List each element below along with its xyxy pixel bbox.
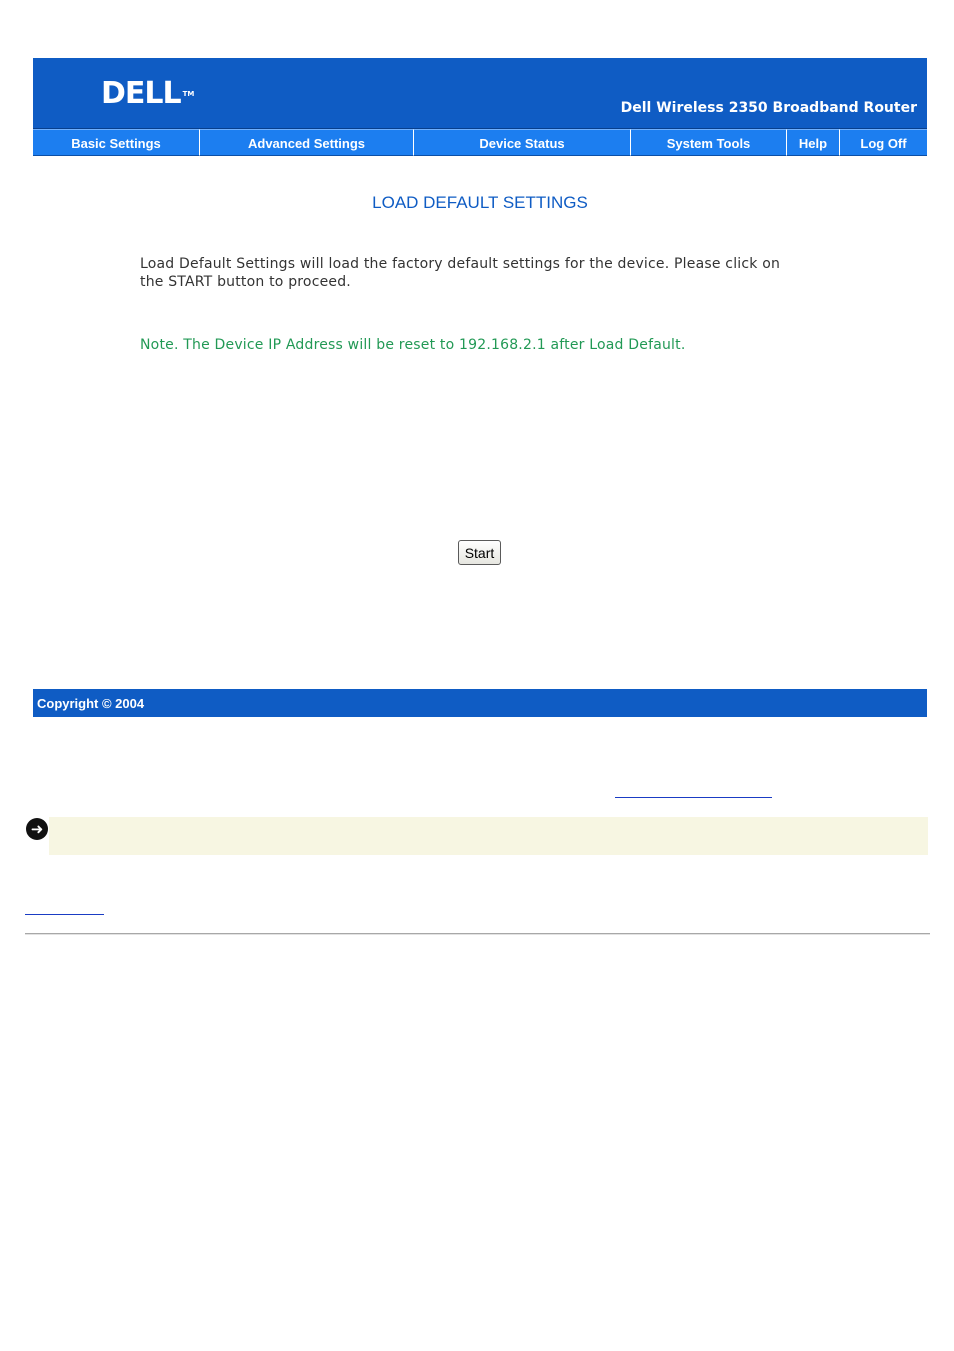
- router-ui-frame: DELL TM Dell Wireless 2350 Broadband Rout…: [33, 58, 927, 717]
- main-nav: Basic Settings Advanced Settings Device …: [33, 129, 927, 156]
- divider-line: [25, 933, 930, 935]
- start-button[interactable]: Start: [458, 540, 501, 565]
- description-text: Load Default Settings will load the fact…: [140, 256, 781, 290]
- ip-reset-note: Note. The Device IP Address will be rese…: [140, 337, 686, 353]
- nav-log-off[interactable]: Log Off: [840, 129, 927, 156]
- product-title: Dell Wireless 2350 Broadband Router: [620, 100, 917, 116]
- logo-text: DELL: [101, 76, 182, 111]
- nav-advanced-settings[interactable]: Advanced Settings: [200, 129, 414, 156]
- header-banner: DELL TM Dell Wireless 2350 Broadband Rout…: [33, 58, 927, 129]
- footer-bar: Copyright © 2004: [33, 689, 927, 717]
- back-to-top-link-underline[interactable]: [25, 914, 104, 915]
- nav-device-status[interactable]: Device Status: [414, 129, 631, 156]
- arrow-right-circle-icon: ➜: [26, 818, 48, 840]
- dell-logo: DELL TM: [101, 78, 194, 110]
- nav-system-tools[interactable]: System Tools: [631, 129, 787, 156]
- copyright-text: Copyright © 2004: [37, 696, 145, 711]
- link-underline[interactable]: [615, 797, 772, 798]
- nav-help[interactable]: Help: [787, 129, 840, 156]
- logo-tm: TM: [182, 90, 195, 98]
- nav-basic-settings[interactable]: Basic Settings: [33, 129, 200, 156]
- notice-bar: [49, 817, 928, 855]
- page-title: LOAD DEFAULT SETTINGS: [372, 193, 588, 212]
